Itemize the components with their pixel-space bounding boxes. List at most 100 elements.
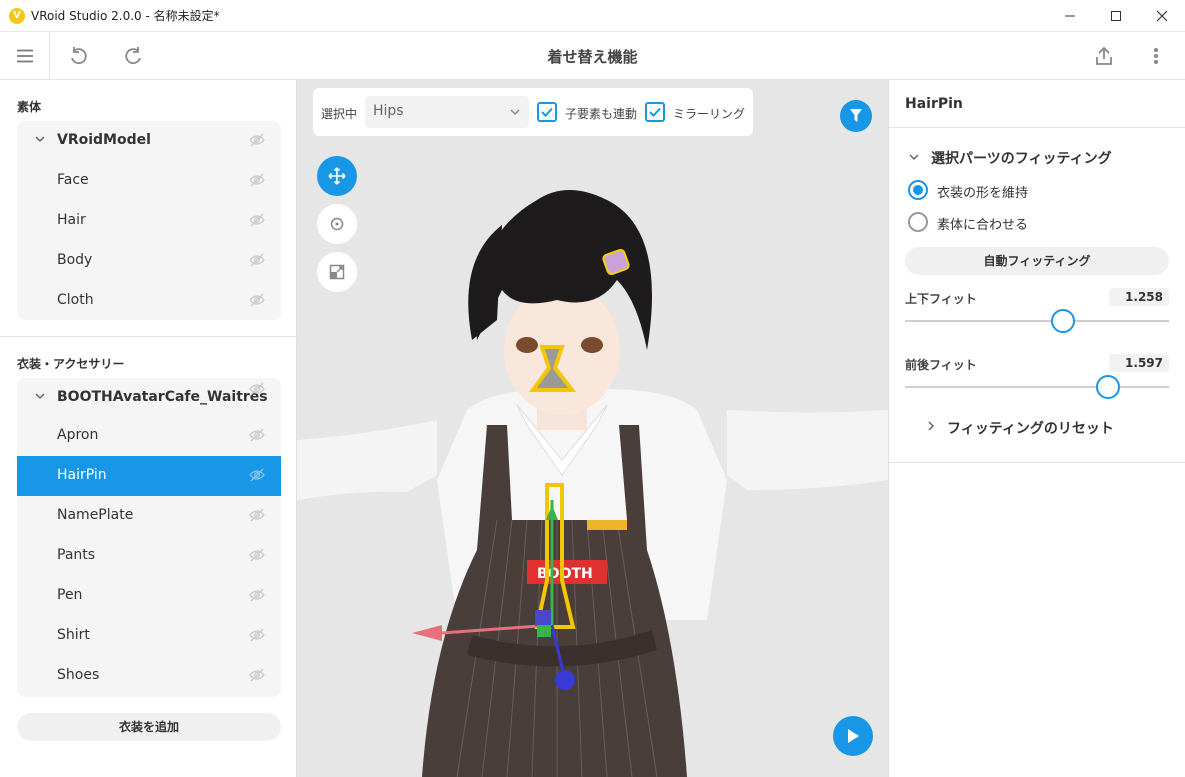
visibility-off-icon[interactable]	[249, 588, 265, 602]
close-icon	[1156, 10, 1168, 22]
vertical-fit-label: 上下フィット	[905, 292, 977, 306]
chevron-down-icon	[510, 109, 520, 116]
child-link-label: 子要素も連動	[565, 107, 638, 121]
vertical-fit-value[interactable]: 1.258	[1109, 288, 1169, 306]
right-panel: HairPin 選択パーツのフィッティング 衣装の形を維持 素体に合わせる 自動…	[888, 80, 1185, 777]
tree-item-shoes[interactable]: Shoes	[17, 656, 281, 696]
visibility-off-icon[interactable]	[249, 508, 265, 522]
check-icon	[541, 107, 553, 117]
tree-item-label: Pants	[57, 547, 96, 563]
export-button[interactable]	[1090, 42, 1118, 70]
tree-item-boothavatarcafe[interactable]: BOOTHAvatarCafe_Waitres	[17, 378, 281, 418]
filter-button[interactable]	[840, 100, 872, 132]
more-options-button[interactable]	[1142, 42, 1170, 70]
add-outfit-button[interactable]: 衣装を追加	[17, 713, 281, 741]
visibility-off-icon[interactable]	[249, 548, 265, 562]
3d-viewport[interactable]: BOOTH 選択中 Hips 子要素も連動 ミラーリング	[297, 80, 888, 777]
visibility-off-icon[interactable]	[249, 293, 265, 307]
scale-tool-icon	[329, 264, 345, 280]
tree-item-label: Shoes	[57, 667, 100, 683]
keep-shape-radio[interactable]	[908, 180, 928, 200]
panel-header: HairPin	[889, 80, 1185, 128]
selecting-label: 選択中	[321, 107, 358, 121]
rotate-tool-button[interactable]	[317, 204, 357, 244]
filter-icon	[850, 109, 862, 122]
page-title: 着せ替え機能	[547, 48, 638, 66]
tree-item-hairpin[interactable]: HairPin	[17, 456, 281, 496]
tree-item-label: Pen	[57, 587, 83, 603]
share-icon	[1096, 46, 1112, 65]
visibility-off-icon[interactable]	[249, 382, 265, 396]
fitting-reset-label: フィッティングのリセット	[947, 421, 1114, 437]
mirror-checkbox[interactable]	[645, 102, 665, 122]
tree-item-nameplate[interactable]: NamePlate	[17, 496, 281, 536]
depth-fit-value[interactable]: 1.597	[1109, 354, 1169, 372]
keep-shape-label: 衣装の形を維持	[937, 186, 1029, 201]
outfit-section-title: 衣装・アクセサリー	[17, 357, 125, 371]
scale-tool-button[interactable]	[317, 252, 357, 292]
tree-item-label: NamePlate	[57, 507, 134, 523]
title-bar: V VRoid Studio 2.0.0 - 名称未設定*	[0, 0, 1185, 32]
tree-item-label: Cloth	[57, 292, 94, 308]
visibility-off-icon[interactable]	[249, 628, 265, 642]
tree-item-label: Apron	[57, 427, 99, 443]
rotate-tool-icon	[330, 217, 344, 231]
section-divider	[0, 336, 297, 337]
visibility-off-icon[interactable]	[249, 668, 265, 682]
maximize-button[interactable]	[1093, 0, 1139, 32]
visibility-off-icon[interactable]	[249, 428, 265, 442]
depth-fit-slider[interactable]	[905, 386, 1169, 388]
fit-body-radio[interactable]	[908, 212, 928, 232]
auto-fitting-button[interactable]: 自動フィッティング	[905, 247, 1169, 275]
minimize-icon	[1065, 15, 1075, 17]
base-tree: VRoidModel Face Hair Body Cloth	[17, 121, 281, 320]
tree-item-label: Face	[57, 172, 89, 188]
depth-fit-thumb[interactable]	[1096, 375, 1121, 399]
minimize-button[interactable]	[1047, 0, 1093, 32]
visibility-off-icon[interactable]	[249, 213, 265, 227]
vertical-fit-thumb[interactable]	[1051, 309, 1076, 333]
more-vertical-icon	[1154, 48, 1158, 64]
tree-item-label: Shirt	[57, 627, 90, 643]
visibility-off-icon[interactable]	[249, 173, 265, 187]
mirror-label: ミラーリング	[673, 107, 746, 121]
visibility-off-icon[interactable]	[249, 253, 265, 267]
outfit-tree: BOOTHAvatarCafe_Waitres Apron HairPin Na…	[17, 378, 281, 697]
tree-item-label: HairPin	[57, 467, 107, 483]
move-tool-icon	[328, 167, 346, 185]
tree-item-label: Body	[57, 252, 93, 268]
tree-item-body[interactable]: Body	[17, 241, 281, 281]
depth-fit-label: 前後フィット	[905, 358, 977, 372]
move-tool-button[interactable]	[317, 156, 357, 196]
maximize-icon	[1111, 11, 1121, 21]
check-icon	[649, 107, 661, 117]
tree-item-vroidmodel[interactable]: VRoidModel	[17, 121, 281, 161]
play-icon	[848, 729, 859, 743]
tree-item-apron[interactable]: Apron	[17, 416, 281, 456]
panel-title: HairPin	[905, 96, 963, 112]
chevron-right-icon	[928, 421, 935, 431]
app-logo-icon: V	[9, 8, 25, 24]
play-button[interactable]	[833, 716, 873, 756]
selection-bar: 選択中 Hips 子要素も連動 ミラーリング	[313, 88, 753, 136]
chevron-down-icon[interactable]	[908, 151, 920, 163]
tree-item-cloth[interactable]: Cloth	[17, 281, 281, 321]
visibility-off-icon[interactable]	[249, 468, 265, 482]
chevron-down-icon[interactable]	[34, 133, 46, 145]
tree-item-label: VRoidModel	[57, 132, 151, 148]
left-panel: 素体 VRoidModel Face Hair Body Cloth 衣装・アク…	[0, 80, 297, 777]
bone-select[interactable]: Hips	[365, 96, 529, 128]
child-link-checkbox[interactable]	[537, 102, 557, 122]
tree-item-hair[interactable]: Hair	[17, 201, 281, 241]
tree-item-face[interactable]: Face	[17, 161, 281, 201]
base-section-title: 素体	[17, 100, 42, 114]
tree-item-shirt[interactable]: Shirt	[17, 616, 281, 656]
vertical-fit-slider[interactable]	[905, 320, 1169, 322]
fit-body-label: 素体に合わせる	[937, 218, 1029, 233]
close-button[interactable]	[1139, 0, 1185, 32]
fitting-section-title[interactable]: 選択パーツのフィッティング	[931, 148, 1112, 168]
tree-item-pen[interactable]: Pen	[17, 576, 281, 616]
tree-item-pants[interactable]: Pants	[17, 536, 281, 576]
visibility-off-icon[interactable]	[249, 133, 265, 147]
chevron-down-icon[interactable]	[34, 390, 46, 402]
